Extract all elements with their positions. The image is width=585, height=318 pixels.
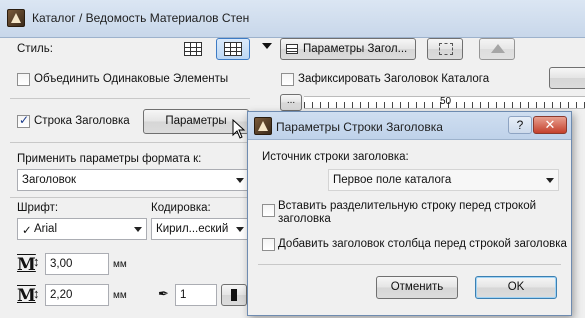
divider: [10, 98, 250, 99]
style-grid-option-1[interactable]: [175, 38, 211, 60]
header-params-dropdown-label: Параметры Загол...: [303, 43, 408, 55]
separator-row-label: Вставить разделительную строку перед стр…: [278, 200, 536, 226]
header-row-label: Строка Заголовка: [34, 115, 130, 127]
dialog-titlebar: Параметры Строки Заголовка ? ✕: [248, 112, 571, 140]
lock-header-checkbox[interactable]: [281, 73, 294, 86]
add-column-header-label: Добавить заголовок столбца перед строкой…: [278, 238, 567, 250]
apply-format-label: Применить параметры формата к:: [17, 153, 202, 165]
chevron-down-icon: [236, 178, 244, 183]
text-height-field[interactable]: 3,00: [45, 253, 109, 275]
main-titlebar: Каталог / Ведомость Материалов Стен: [0, 0, 585, 38]
pen-icon: ✒: [158, 286, 169, 301]
divider: [10, 197, 250, 198]
pen-color-swatch: [231, 289, 237, 301]
combine-items-label: Объединить Одинаковые Элементы: [34, 73, 229, 85]
style-grid-option-2[interactable]: [216, 38, 250, 60]
source-value: Первое поле каталога: [333, 174, 452, 186]
divider: [258, 264, 561, 265]
pen-color-button[interactable]: [221, 284, 247, 306]
pen-number-field[interactable]: 1: [175, 284, 217, 306]
window-title: Каталог / Ведомость Материалов Стен: [32, 11, 250, 25]
font-dropdown[interactable]: ✓ Arial: [17, 218, 147, 240]
combine-items-checkbox[interactable]: [17, 73, 30, 86]
font-label: Шрифт:: [17, 202, 59, 214]
ruler-tick-label: 50: [440, 96, 452, 107]
collapse-arrow-icon[interactable]: [262, 43, 272, 49]
checkmark-icon: ✓: [22, 225, 32, 237]
text-height-unit: мм: [113, 259, 127, 270]
encoding-value: Кирил...еский: [156, 223, 229, 235]
text-width-unit: мм: [113, 290, 127, 301]
archicad-app-icon: [7, 9, 25, 27]
vertical-arrows-icon: ↕: [33, 286, 40, 301]
help-button[interactable]: ?: [508, 116, 532, 134]
header-row-params-dialog: Параметры Строки Заголовка ? ✕ Источник …: [247, 111, 572, 316]
divider: [10, 142, 250, 143]
close-button[interactable]: ✕: [533, 116, 567, 134]
encoding-label: Кодировка:: [151, 202, 211, 214]
chevron-down-icon: [236, 227, 244, 232]
add-column-header-checkbox[interactable]: [262, 238, 275, 251]
table-grid-icon: [224, 42, 242, 56]
up-arrow-icon: [491, 44, 505, 53]
resize-icon: [439, 43, 453, 55]
apply-format-value: Заголовок: [22, 174, 77, 186]
font-value: Arial: [34, 223, 58, 235]
cancel-button[interactable]: Отменить: [376, 276, 458, 299]
column-ruler[interactable]: 50: [304, 96, 585, 109]
separator-row-checkbox[interactable]: [262, 204, 275, 217]
vertical-arrows-icon: ↕: [33, 254, 40, 269]
lock-header-label: Зафиксировать Заголовок Каталога: [298, 73, 490, 85]
fit-cells-button[interactable]: [427, 38, 463, 60]
separator-row-label-line-1: Вставить разделительную строку перед стр…: [278, 200, 537, 212]
text-width-field[interactable]: 2,20: [45, 284, 109, 306]
chevron-down-icon: [546, 178, 554, 183]
archicad-app-icon: [254, 117, 272, 135]
dialog-title: Параметры Строки Заголовка: [276, 120, 443, 134]
side-button[interactable]: [549, 67, 585, 89]
ok-button[interactable]: OK: [475, 276, 557, 299]
up-button[interactable]: [479, 38, 515, 60]
source-label: Источник строки заголовка:: [262, 151, 409, 163]
header-row-checkbox[interactable]: [17, 113, 30, 128]
apply-format-dropdown[interactable]: Заголовок: [17, 169, 249, 191]
encoding-dropdown[interactable]: Кирил...еский: [151, 218, 249, 240]
ruler-options-button[interactable]: ...: [280, 94, 302, 111]
source-dropdown[interactable]: Первое поле каталога: [328, 169, 559, 191]
separator-row-label-line-2: заголовка: [278, 213, 331, 225]
header-params-dropdown-button[interactable]: Параметры Загол...: [280, 38, 416, 60]
mouse-cursor: [232, 118, 246, 139]
table-grid-icon: [184, 42, 202, 56]
table-icon: [286, 44, 298, 54]
chevron-down-icon: [134, 227, 142, 232]
style-label: Стиль:: [17, 43, 53, 55]
